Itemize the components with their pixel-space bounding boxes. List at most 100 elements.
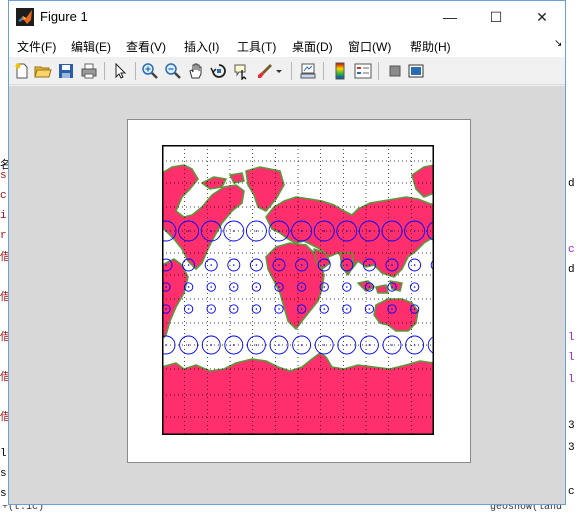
rotate-3d-icon[interactable] [210,62,228,80]
tissot-center-dot [346,264,348,266]
data-cursor-icon[interactable] [233,62,251,80]
tissot-center-dot [187,286,190,288]
hide-plot-tools-icon[interactable] [386,62,404,80]
editor-char: c [568,244,575,256]
tissot-center-dot [323,286,325,288]
new-figure-icon[interactable] [13,62,31,80]
brush-icon[interactable] [256,62,274,80]
menu-view[interactable]: 查看(V) [126,38,166,55]
editor-char: 3 [568,442,575,454]
tissot-center-dot [233,344,235,346]
editor-char: s [0,468,7,480]
tissot-center-dot [165,264,167,266]
menu-window[interactable]: 窗口(W) [348,38,391,55]
editor-char: r [0,230,7,242]
colorbar-icon[interactable] [331,62,349,80]
window-title: Figure 1 [40,9,88,24]
menu-dock-arrow-icon[interactable]: ↘ [554,38,562,49]
figure-canvas [9,86,565,504]
tissot-center-dot [391,344,393,346]
tissot-center-dot [210,264,212,266]
legend-icon[interactable] [354,62,372,80]
link-plot-icon[interactable] [299,62,317,80]
tissot-center-dot [323,344,325,346]
tissot-center-dot [346,230,348,232]
menu-insert[interactable]: 插入(I) [184,38,219,55]
tissot-center-dot [233,286,235,288]
tissot-center-dot [391,264,393,266]
tissot-center-dot [187,344,190,346]
print-icon[interactable] [80,62,98,80]
tissot-center-dot [233,230,235,232]
save-icon[interactable] [57,62,75,80]
tissot-center-dot [278,286,280,288]
tissot-center-dot [368,230,371,232]
editor-text: geoshow(land [490,505,563,513]
tissot-center-dot [413,230,416,232]
editor-char: i [0,210,7,222]
tissot-center-dot [300,344,303,346]
tissot-center-dot [255,230,258,232]
maximize-icon: ☐ [489,8,503,25]
tissot-center-dot [391,230,393,232]
editor-char: d [568,178,575,190]
zoom-in-icon[interactable] [141,62,159,80]
tissot-center-dot [346,308,348,310]
minimize-icon: — [443,9,457,25]
tissot-center-dot [255,286,258,288]
title-bar[interactable]: Figure 1 — ☐ ✕ [9,1,565,33]
tissot-center-dot [278,230,280,232]
zoom-out-icon[interactable] [164,62,182,80]
tissot-center-dot [413,264,416,266]
figure-toolbar [9,57,565,85]
close-button[interactable]: ✕ [519,1,565,33]
menu-edit[interactable]: 编辑(E) [71,38,111,55]
tissot-center-dot [187,308,190,310]
editor-char: c [568,486,575,498]
tissot-center-dot [255,264,258,266]
pointer-icon[interactable] [111,62,129,80]
brush-dropdown-icon[interactable] [274,62,284,80]
tissot-center-dot [413,344,416,346]
mercator-map-axes[interactable] [162,145,434,435]
editor-char: d [568,264,575,276]
tissot-center-dot [233,264,235,266]
editor-char: s [0,170,7,182]
tissot-center-dot [391,308,393,310]
toolbar-separator [104,62,105,80]
open-file-icon[interactable] [34,62,52,80]
menu-tools[interactable]: 工具(T) [237,38,276,55]
editor-right-edge: d c d l l l 3 3 c [566,140,576,514]
tissot-center-dot [300,308,303,310]
toolbar-separator [323,62,324,80]
tissot-center-dot [368,344,371,346]
menu-help[interactable]: 帮助(H) [410,38,451,55]
tissot-center-dot [233,308,235,310]
editor-char: l [568,352,575,364]
tissot-center-dot [210,344,212,346]
tissot-center-dot [346,344,348,346]
screen: 名 s c i r 借 借 借 借 借 l s s d c d l l l 3 … [0,0,576,514]
figure-window: Figure 1 — ☐ ✕ 文件(F) 编辑(E) 查看(V) 插入(I) 工… [8,0,566,505]
maximize-button[interactable]: ☐ [473,1,519,33]
tissot-center-dot [300,286,303,288]
menu-bar: 文件(F) 编辑(E) 查看(V) 插入(I) 工具(T) 桌面(D) 窗口(W… [9,33,565,57]
menu-file[interactable]: 文件(F) [17,38,56,55]
minimize-button[interactable]: — [427,1,473,33]
toolbar-separator [135,62,136,80]
figure-paper [127,119,471,463]
toolbar-separator [378,62,379,80]
menu-desktop[interactable]: 桌面(D) [292,38,333,55]
tissot-center-dot [300,230,303,232]
close-icon: ✕ [536,8,548,25]
tissot-center-dot [278,344,280,346]
editor-char: s [0,488,7,500]
tissot-center-dot [368,286,371,288]
editor-text: +(t.1c) [2,505,45,513]
tissot-center-dot [278,308,280,310]
pan-icon[interactable] [187,62,205,80]
tissot-center-dot [323,308,325,310]
show-plot-tools-icon[interactable] [407,62,425,80]
tissot-center-dot [165,344,167,346]
tissot-center-dot [255,308,258,310]
